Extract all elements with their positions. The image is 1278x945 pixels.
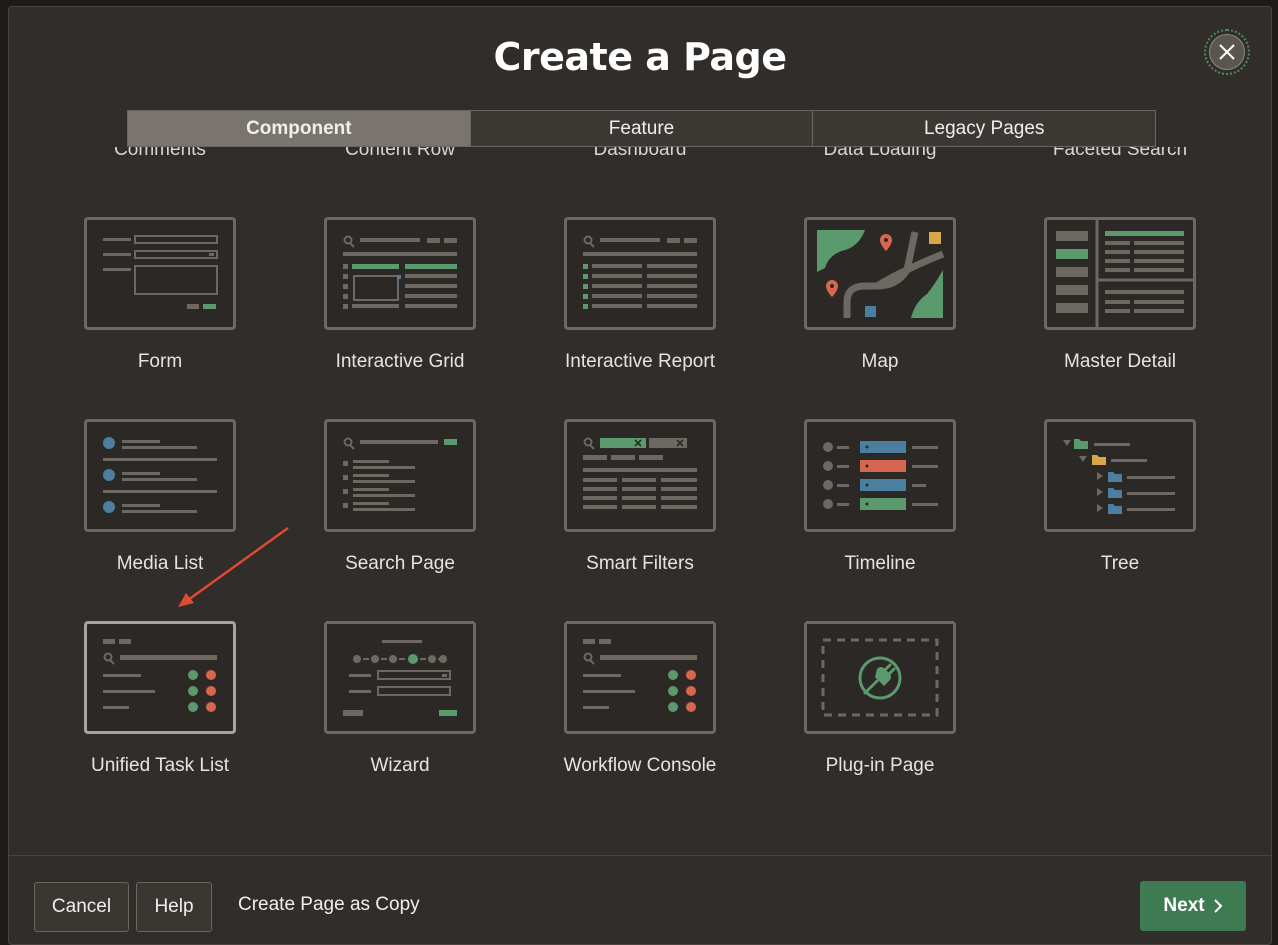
wizard-icon <box>324 621 476 734</box>
form-icon <box>84 217 236 330</box>
smart-filters-icon <box>564 419 716 532</box>
card-timeline[interactable]: Timeline <box>770 419 990 575</box>
help-button[interactable]: Help <box>136 882 212 932</box>
tab-feature[interactable]: Feature <box>470 111 814 146</box>
dialog-footer: Cancel Help Create Page as Copy Next <box>9 855 1271 944</box>
card-label: Map <box>861 351 899 372</box>
card-label: Smart Filters <box>586 553 694 574</box>
card-plug-in-page[interactable]: Plug-in Page <box>770 621 990 777</box>
card-label: Workflow Console <box>563 755 717 776</box>
next-button[interactable]: Next <box>1140 881 1246 931</box>
card-label: Plug-in Page <box>825 755 935 776</box>
tab-component[interactable]: Component <box>128 111 471 146</box>
card-master-detail[interactable]: Master Detail <box>1010 217 1230 373</box>
card-unified-task-list[interactable]: Unified Task List <box>50 621 270 777</box>
tab-legacy-pages[interactable]: Legacy Pages <box>813 111 1156 146</box>
card-label: Interactive Grid <box>335 351 465 372</box>
search-page-icon <box>324 419 476 532</box>
card-label-comments[interactable]: Comments <box>60 147 260 161</box>
interactive-grid-icon <box>324 217 476 330</box>
card-label: Master Detail <box>1064 351 1176 372</box>
card-smart-filters[interactable]: Smart Filters <box>530 419 750 575</box>
card-label: Form <box>137 351 183 372</box>
card-search-page[interactable]: Search Page <box>290 419 510 575</box>
card-interactive-report[interactable]: Interactive Report <box>530 217 750 373</box>
dialog-title: Create a Page <box>493 35 787 79</box>
card-label: Wizard <box>370 755 430 776</box>
card-map[interactable]: Map <box>770 217 990 373</box>
chevron-right-icon <box>1213 899 1223 913</box>
card-interactive-grid[interactable]: Interactive Grid <box>290 217 510 373</box>
close-button[interactable] <box>1204 29 1250 75</box>
master-detail-icon <box>1044 217 1196 330</box>
tree-icon <box>1044 419 1196 532</box>
media-list-icon <box>84 419 236 532</box>
card-form[interactable]: Form <box>50 217 270 373</box>
interactive-report-icon <box>564 217 716 330</box>
close-icon <box>1209 34 1245 70</box>
card-label-dashboard[interactable]: Dashboard <box>540 147 740 161</box>
map-icon <box>804 217 956 330</box>
cancel-button[interactable]: Cancel <box>34 882 129 932</box>
card-workflow-console[interactable]: Workflow Console <box>530 621 750 777</box>
card-tree[interactable]: Tree <box>1010 419 1230 575</box>
create-page-dialog: Create a Page Component Feature Legacy P… <box>8 6 1272 945</box>
plug-in-icon <box>804 621 956 734</box>
card-label: Unified Task List <box>91 755 229 776</box>
workflow-console-icon <box>564 621 716 734</box>
next-button-label: Next <box>1163 895 1205 916</box>
create-page-as-copy-link[interactable]: Create Page as Copy <box>238 894 420 916</box>
card-label: Timeline <box>844 553 916 574</box>
card-label-data-loading[interactable]: Data Loading <box>780 147 980 161</box>
card-label-faceted-search[interactable]: Faceted Search <box>1020 147 1220 161</box>
unified-task-list-icon <box>84 621 236 734</box>
card-label: Media List <box>116 553 204 574</box>
card-wizard[interactable]: Wizard <box>290 621 510 777</box>
card-label: Search Page <box>345 553 455 574</box>
card-label: Interactive Report <box>565 351 715 372</box>
page-type-grid[interactable]: Comments Content Row Dashboard Data Load… <box>9 147 1271 854</box>
card-media-list[interactable]: Media List <box>50 419 270 575</box>
page-type-tabs: Component Feature Legacy Pages <box>127 110 1156 147</box>
timeline-icon <box>804 419 956 532</box>
card-label-content-row[interactable]: Content Row <box>300 147 500 161</box>
card-label: Tree <box>1100 553 1140 574</box>
